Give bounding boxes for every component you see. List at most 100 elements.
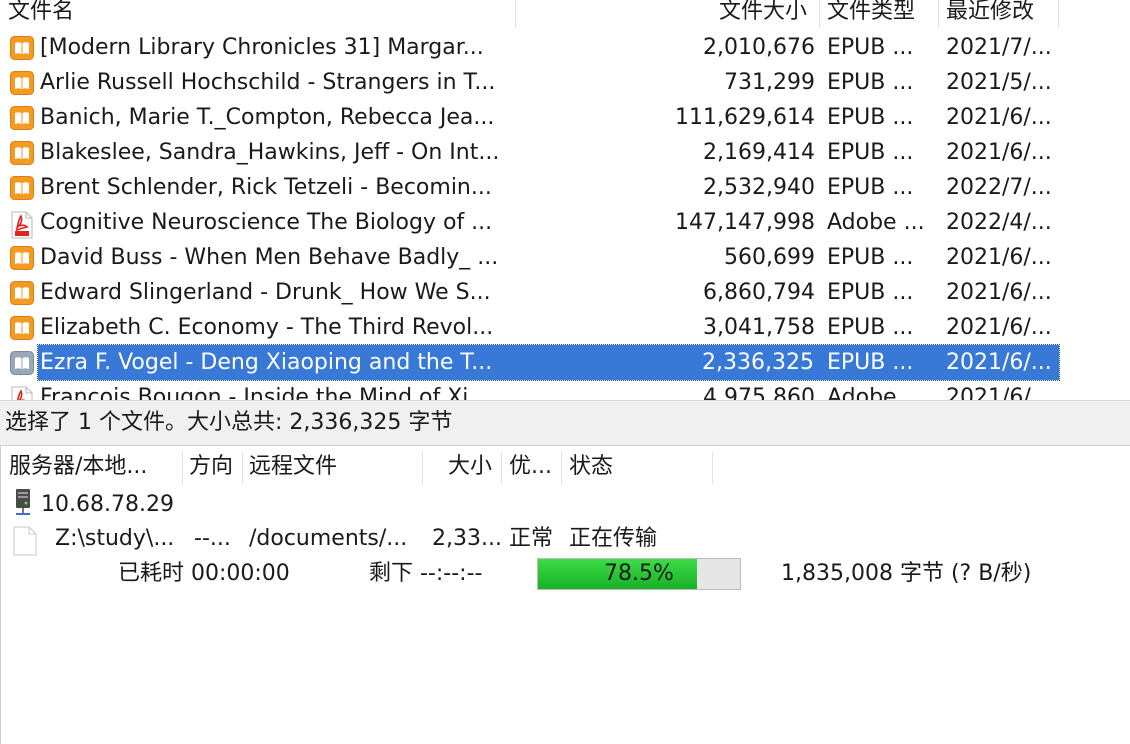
file-type: EPUB ... [827,350,914,375]
file-icon [13,526,37,556]
column-divider[interactable] [182,452,183,484]
epub-book-icon [10,176,34,200]
file-row[interactable]: David Buss - When Men Behave Badly_ ... 5… [0,240,1060,275]
file-size: 560,699 [724,245,815,270]
file-row[interactable]: [Modern Library Chronicles 31] Margar...… [0,30,1060,65]
file-size: 3,041,758 [703,315,815,340]
queue-header-direction[interactable]: 方向 [189,446,233,488]
column-divider[interactable] [501,452,502,484]
file-modified: 2021/6/... [946,315,1052,340]
file-modified: 2021/6/... [946,385,1052,400]
epub-book-icon [10,316,34,340]
file-modified: 2021/6/... [946,105,1052,130]
file-size: 2,532,940 [703,175,815,200]
column-header-filename[interactable]: 文件名 [8,0,74,28]
file-type: EPUB ... [827,70,914,95]
file-row[interactable]: Elizabeth C. Economy - The Third Revol..… [0,310,1060,345]
column-divider[interactable] [712,452,713,484]
file-modified: 2022/4/... [946,210,1052,235]
queue-direction: --... [194,526,231,551]
file-type: EPUB ... [827,280,914,305]
server-icon [13,488,33,518]
queue-priority: 正常 [509,526,554,551]
column-divider[interactable] [1058,0,1059,28]
file-row[interactable]: Cognitive Neuroscience The Biology of ..… [0,205,1060,240]
file-size: 2,010,676 [703,35,815,60]
column-divider[interactable] [515,0,516,28]
file-name: Banich, Marie T._Compton, Rebecca Jea... [40,105,495,130]
file-name: Edward Slingerland - Drunk_ How We S... [40,280,491,305]
file-type: EPUB ... [827,105,914,130]
file-name: Ezra F. Vogel - Deng Xiaoping and the T.… [40,350,493,375]
epub-book-icon [10,36,34,60]
epub-book-icon [10,71,34,95]
file-name: Cognitive Neuroscience The Biology of ..… [40,210,493,235]
epub-book-icon [10,106,34,130]
queue-header-remote[interactable]: 远程文件 [249,446,337,488]
column-divider[interactable] [938,0,939,28]
queue-header-status[interactable]: 状态 [569,446,613,488]
file-list[interactable]: 文件名 文件大小 文件类型 最近修改 [Modern Library Chron… [0,0,1130,400]
queue-header-server[interactable]: 服务器/本地... [9,446,147,488]
status-bar: 选择了 1 个文件。大小总共: 2,336,325 字节 [0,400,1130,446]
transfer-progress-bar: 78.5% [537,558,741,590]
file-type: EPUB ... [827,245,914,270]
file-modified: 2021/6/... [946,280,1052,305]
file-name: Brent Schlender, Rick Tetzeli - Becomin.… [40,175,492,200]
file-size: 731,299 [724,70,815,95]
file-type: EPUB ... [827,175,914,200]
file-size: 4,975,860 [703,385,815,400]
file-size: 111,629,614 [675,105,815,130]
pdf-file-icon [10,211,34,239]
transferred-bytes: 1,835,008 字节 (? B/秒) [781,561,1032,586]
file-type: EPUB ... [827,35,914,60]
file-modified: 2021/7/... [946,35,1052,60]
queue-header-size[interactable]: 大小 [448,446,492,488]
file-row[interactable]: Brent Schlender, Rick Tetzeli - Becomin.… [0,170,1060,205]
file-row[interactable]: Edward Slingerland - Drunk_ How We S... 6… [0,275,1060,310]
queue-remote-path[interactable]: /documents/... [249,522,407,556]
file-modified: 2021/6/... [946,140,1052,165]
column-header-filetype[interactable]: 文件类型 [827,0,915,28]
file-type: EPUB ... [827,315,914,340]
file-row[interactable]: Francois Bougon - Inside the Mind of Xi.… [0,380,1060,400]
progress-percent: 78.5% [604,561,674,586]
column-divider[interactable] [242,452,243,484]
column-header-filesize[interactable]: 文件大小 [719,0,807,28]
queue-local-path[interactable]: Z:\study\... [55,522,174,556]
pdf-file-icon [10,386,34,400]
epub-book-icon [10,246,34,270]
epub-book-icon [10,351,34,375]
file-size: 147,147,998 [675,210,815,235]
file-row[interactable]: Arlie Russell Hochschild - Strangers in … [0,65,1060,100]
queue-header-priority[interactable]: 优... [509,446,552,488]
epub-book-icon [10,281,34,305]
elapsed-time: 已耗时 00:00:00 [118,561,290,586]
file-row[interactable]: Blakeslee, Sandra_Hawkins, Jeff - On Int… [0,135,1060,170]
file-size: 2,169,414 [703,140,815,165]
server-address[interactable]: 10.68.78.29 [41,488,174,522]
queue-size: 2,33... [432,526,502,551]
column-header-modified[interactable]: 最近修改 [946,0,1034,28]
file-size: 6,860,794 [703,280,815,305]
column-divider[interactable] [819,0,820,28]
file-size: 2,336,325 [702,350,814,375]
file-name: Francois Bougon - Inside the Mind of Xi.… [40,385,490,400]
file-row[interactable]: Banich, Marie T._Compton, Rebecca Jea...… [0,100,1060,135]
file-name: Blakeslee, Sandra_Hawkins, Jeff - On Int… [40,140,500,165]
epub-book-icon [10,141,34,165]
file-name: David Buss - When Men Behave Badly_ ... [40,245,499,270]
column-divider[interactable] [561,452,562,484]
queue-status: 正在传输 [569,526,658,551]
file-modified: 2021/6/... [946,245,1052,270]
file-row-selected[interactable]: Ezra F. Vogel - Deng Xiaoping and the T.… [10,344,1060,381]
remaining-time: 剩下 --:--:-- [369,561,483,586]
transfer-queue[interactable]: 服务器/本地... 方向 远程文件 大小 优... 状态 10.68.78.29… [0,446,1130,744]
file-name: [Modern Library Chronicles 31] Margar... [40,35,484,60]
file-modified: 2022/7/... [946,175,1052,200]
file-type: Adobe ... [827,210,925,235]
file-modified: 2021/5/... [946,70,1052,95]
column-divider[interactable] [422,452,423,484]
file-name: Arlie Russell Hochschild - Strangers in … [40,70,496,95]
file-type: Adobe ... [827,385,925,400]
